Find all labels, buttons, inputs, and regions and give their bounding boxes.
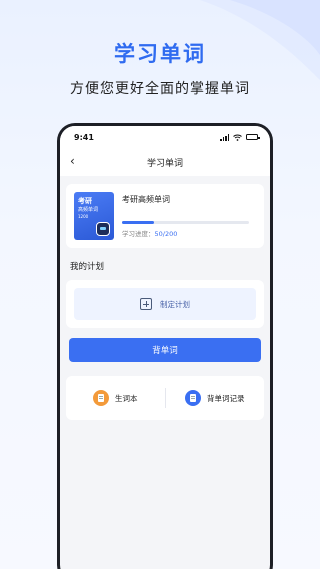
battery-icon (246, 134, 260, 140)
status-icons (220, 133, 260, 141)
notebook-icon (93, 390, 109, 406)
plan-card: 制定计划 (66, 280, 264, 328)
plus-icon (140, 298, 152, 310)
nav-bar: ‹ 学习单词 (60, 148, 270, 176)
wifi-icon (233, 134, 242, 141)
book-card[interactable]: 考研 高频单词 1200 考研高频单词 学习进度：50/200 (66, 184, 264, 248)
phone-frame: 9:41 ‹ 学习单词 考研 高频单词 1200 考研高频单词 学习进度：50/… (57, 123, 273, 569)
progress-text: 学习进度：50/200 (122, 228, 256, 238)
document-icon (185, 390, 201, 406)
create-plan-label: 制定计划 (160, 299, 190, 309)
progress-bar (122, 221, 250, 224)
progress-value: 50/200 (154, 230, 178, 238)
chevron-left-icon[interactable]: ‹ (70, 154, 75, 168)
progress-label: 学习进度： (122, 230, 155, 238)
progress-fill (122, 221, 154, 224)
nav-title: 学习单词 (146, 158, 183, 169)
phone-screen: 9:41 ‹ 学习单词 考研 高频单词 1200 考研高频单词 学习进度：50/… (60, 126, 270, 569)
robot-icon (96, 222, 110, 236)
book-cover-count: 1200 (78, 214, 89, 219)
book-info: 考研高频单词 学习进度：50/200 (122, 192, 256, 240)
signal-icon (220, 133, 229, 141)
book-cover-title: 考研 (78, 197, 92, 205)
book-cover: 考研 高频单词 1200 (74, 192, 114, 240)
study-record-label: 背单词记录 (207, 393, 245, 403)
plan-section-title: 我的计划 (70, 262, 105, 272)
promo-headline: 学习单词 (114, 42, 206, 66)
create-plan-button[interactable]: 制定计划 (74, 288, 256, 320)
vocab-book-label: 生词本 (115, 393, 138, 403)
status-bar: 9:41 (60, 126, 270, 148)
vocab-book-button[interactable]: 生词本 (66, 390, 165, 406)
study-words-button[interactable]: 背单词 (69, 338, 261, 362)
status-time: 9:41 (74, 132, 94, 142)
tools-card: 生词本 背单词记录 (66, 376, 264, 420)
promo-subline: 方便您更好全面的掌握单词 (70, 81, 250, 97)
book-cover-subtitle: 高频单词 (78, 207, 99, 213)
book-name: 考研高频单词 (122, 195, 170, 204)
study-record-button[interactable]: 背单词记录 (166, 390, 265, 406)
